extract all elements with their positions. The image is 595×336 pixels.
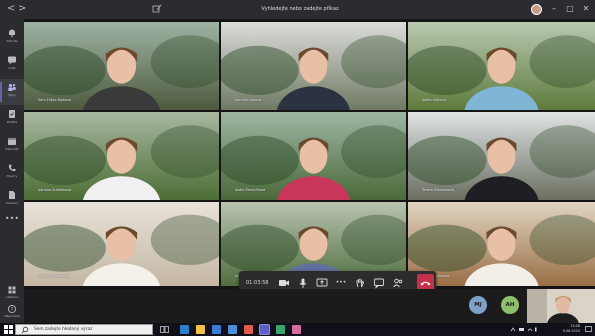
rail-item-label: Zadání [6, 120, 18, 124]
forward-button[interactable]: > [18, 3, 26, 15]
rail-item-chat[interactable]: Chat [0, 52, 24, 78]
taskbar-app2-icon[interactable] [276, 325, 285, 334]
participant-video [24, 112, 219, 200]
phone-icon [8, 164, 16, 172]
rail-apps[interactable]: Aplikace [0, 285, 24, 300]
tray-clock[interactable]: 13:48 5.06.2020 [548, 324, 580, 334]
participant-name: Veronika Vrabcová [38, 274, 70, 278]
teams-icon [8, 83, 16, 91]
participant-name: Sára Eliška Boiková [38, 98, 71, 102]
participant-avatar-ah[interactable]: AH [501, 296, 519, 314]
files-icon [9, 191, 15, 199]
teams-meeting-window: < > Vyhledejte nebo zadejte příkaz – □ ✕… [0, 0, 595, 336]
taskbar-search-placeholder: Sem zadejte hledaný výraz [34, 327, 93, 332]
user-avatar[interactable] [531, 4, 542, 15]
participant-video [221, 112, 406, 200]
rail-item-label: Chat [8, 66, 16, 70]
taskbar-store-icon[interactable] [212, 325, 221, 334]
rail-item-files[interactable]: Soubory [0, 187, 24, 213]
more-options-button[interactable]: ••• [334, 276, 348, 290]
self-view-video[interactable] [527, 289, 595, 323]
rail-item-label: Soubory [5, 201, 19, 205]
participant-tile[interactable]: Tereza Štěpánková [408, 112, 595, 200]
rail-item-activity[interactable]: Aktivita [0, 25, 24, 51]
taskbar-app-icon[interactable] [244, 325, 253, 334]
participant-tile[interactable]: Nikola Kučerová [408, 202, 595, 286]
rail-item-label: Hovory [6, 174, 18, 178]
calendar-icon [8, 138, 16, 145]
participant-video [221, 22, 406, 110]
title-bar: < > Vyhledejte nebo zadejte příkaz – □ ✕ [0, 0, 595, 19]
taskbar-search[interactable]: Sem zadejte hledaný výraz [15, 324, 153, 335]
back-button[interactable]: < [7, 3, 15, 15]
participant-strip: MJ AH [24, 289, 595, 323]
maximize-button[interactable]: □ [564, 3, 576, 15]
rail-item-teams[interactable]: Týmy [0, 79, 24, 105]
rail-help-label: Nápověda [4, 314, 20, 318]
taskbar-mail-icon[interactable] [228, 325, 237, 334]
participants-icon[interactable] [391, 276, 405, 290]
bell-icon [9, 29, 15, 37]
participant-avatar-mj[interactable]: MJ [469, 296, 487, 314]
rail-more-button[interactable]: ••• [0, 215, 24, 223]
rail-item-label: Kalendář [5, 147, 19, 151]
compose-icon[interactable] [152, 4, 162, 14]
apps-icon [8, 286, 16, 294]
chat-icon [8, 56, 16, 65]
mic-icon[interactable] [296, 276, 310, 290]
raise-hand-icon[interactable] [353, 276, 367, 290]
minimize-button[interactable]: – [548, 3, 560, 15]
app-rail: Aktivita Chat Týmy Zadání Kalendář Hovor… [0, 19, 24, 323]
taskbar-app3-icon[interactable] [292, 325, 301, 334]
participant-tile[interactable]: Veronika Vrabcová [24, 202, 219, 286]
rail-item-label: Aktivita [6, 39, 18, 43]
taskbar-edge-icon[interactable] [180, 325, 189, 334]
close-button[interactable]: ✕ [580, 3, 592, 15]
svg-text:?: ? [11, 307, 14, 313]
participant-name: Adéla Žemličková [235, 188, 266, 192]
self-view-image [527, 289, 595, 323]
task-view-icon[interactable] [160, 325, 169, 334]
rail-item-calls[interactable]: Hovory [0, 160, 24, 186]
participant-tile[interactable]: Karolína Jirková [221, 22, 406, 110]
share-screen-icon[interactable] [315, 276, 329, 290]
video-grid: Sára Eliška Boiková Karolína Jirková Adéla… [24, 19, 595, 295]
command-search-box[interactable]: Vyhledejte nebo zadejte příkaz [200, 3, 400, 15]
rail-item-calendar[interactable]: Kalendář [0, 133, 24, 159]
participant-name: Adriana Štefáňková [38, 188, 72, 192]
camera-icon[interactable] [277, 276, 291, 290]
participant-tile[interactable]: Sára Eliška Boiková [24, 22, 219, 110]
rail-apps-label: Aplikace [5, 295, 19, 299]
rail-help[interactable]: ? Nápověda [0, 304, 24, 319]
taskbar-teams-icon[interactable] [259, 324, 270, 335]
participant-tile[interactable]: Adriana Štefáňková [24, 112, 219, 200]
tray-date: 5.06.2020 [562, 329, 580, 333]
participant-tile[interactable]: Adéla Žemličková [221, 112, 406, 200]
taskbar-explorer-icon[interactable] [196, 325, 205, 334]
assignments-icon [9, 110, 15, 118]
windows-start-icon[interactable] [4, 325, 13, 334]
participant-name: Karolína Jirková [235, 98, 262, 102]
participant-video [24, 22, 219, 110]
chat-icon[interactable] [372, 276, 386, 290]
participant-name: Tereza Štěpánková [422, 188, 454, 192]
notification-icon[interactable] [585, 326, 592, 333]
system-tray-icons[interactable] [510, 326, 540, 333]
windows-taskbar: Sem zadejte hledaný výraz 13:48 5.06.202… [0, 323, 595, 336]
rail-item-label: Týmy [8, 93, 16, 97]
search-icon [21, 326, 29, 334]
participant-video [408, 112, 595, 200]
rail-item-assignments[interactable]: Zadání [0, 106, 24, 132]
participant-video [408, 22, 595, 110]
participant-tile[interactable]: Adéla Hájková [408, 22, 595, 110]
help-icon: ? [7, 304, 17, 314]
participant-name: Adéla Hájková [422, 98, 447, 102]
